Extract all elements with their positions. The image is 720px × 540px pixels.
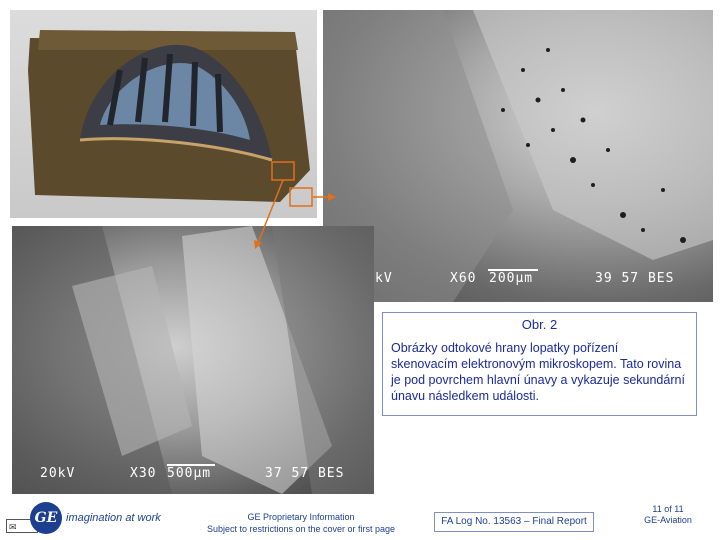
sem-bottom-code: 37 57 BES	[265, 466, 345, 481]
sem-top-scale: 200µm	[489, 271, 534, 286]
sem-image-bottom: 20kV X30 500µm 37 57 BES	[12, 226, 374, 494]
proprietary-line-1: GE Proprietary Information	[247, 512, 355, 522]
sem-bottom-voltage: 20kV	[40, 466, 76, 481]
blade-photo	[10, 10, 317, 218]
fa-log-box: FA Log No. 13563 – Final Report	[434, 512, 594, 532]
proprietary-line-2: Subject to restrictions on the cover or …	[206, 524, 396, 534]
sem-bottom-magnification: X30	[130, 466, 157, 481]
caption-title: Obr. 2	[521, 317, 558, 332]
page-info: 11 of 11 GE-Aviation	[636, 504, 700, 526]
ge-tagline: imagination at work	[66, 512, 161, 524]
sem-image-top: kV X60 200µm 39 57 BES	[323, 10, 713, 302]
caption-text: Obrázky odtokové hrany lopatky pořízení …	[391, 341, 685, 403]
sem-bottom-scale: 500µm	[167, 466, 212, 481]
division-name: GE-Aviation	[644, 515, 692, 525]
page-number: 11 of 11	[652, 504, 684, 514]
ge-logo-icon: GE	[30, 502, 62, 534]
sem-top-voltage: kV	[375, 271, 393, 286]
sem-top-magnification: X60	[450, 271, 477, 286]
figure-caption: Obr. 2 Obrázky odtokové hrany lopatky po…	[382, 312, 697, 416]
proprietary-notice: GE Proprietary Information Subject to re…	[196, 511, 406, 535]
sem-top-code: 39 57 BES	[595, 271, 675, 286]
